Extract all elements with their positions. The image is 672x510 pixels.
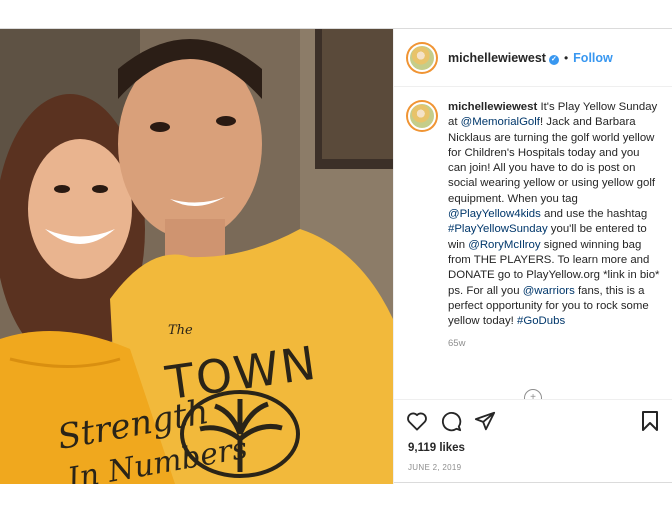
load-more-comments-icon[interactable]: + [524, 389, 542, 399]
bookmark-icon[interactable] [637, 408, 663, 434]
likes-count[interactable]: 9,119 likes [408, 442, 465, 454]
hashtag-link[interactable]: #GoDubs [517, 315, 565, 327]
header-username-text[interactable]: michellewiewest [448, 51, 546, 65]
caption-time[interactable]: 65w [448, 338, 660, 349]
photo-illustration: The TOWN Strength In Numbers [0, 29, 393, 484]
caption-avatar-image [408, 102, 436, 130]
heart-icon[interactable] [404, 408, 430, 434]
separator-dot: • [563, 50, 569, 65]
caption-avatar[interactable] [406, 100, 438, 132]
mention-link[interactable]: @MemorialGolf [461, 116, 540, 128]
action-bar: 9,119 likes JUNE 2, 2019 [394, 399, 672, 484]
shirt-small-text: The [168, 323, 193, 338]
header-username[interactable]: michellewiewest ✓ [448, 51, 559, 65]
hashtag-link[interactable]: #PlayYellowSunday [448, 223, 548, 235]
action-icons [404, 408, 506, 434]
caption-body: michellewiewest It's Play Yellow Sunday … [448, 100, 660, 378]
mention-link[interactable]: @PlayYellow4kids [448, 208, 541, 220]
caption-text: michellewiewest It's Play Yellow Sunday … [448, 100, 660, 329]
caption-username[interactable]: michellewiewest [448, 101, 537, 113]
post-header: michellewiewest ✓ • Follow [394, 29, 672, 87]
post-photo[interactable]: The TOWN Strength In Numbers [0, 29, 393, 484]
avatar[interactable] [406, 41, 438, 74]
comment-icon[interactable] [438, 408, 464, 434]
avatar-image [408, 43, 436, 72]
caption-part: and use the hashtag [540, 208, 648, 221]
post-sidebar: michellewiewest ✓ • Follow michellewiewes… [393, 29, 672, 484]
follow-button[interactable]: Follow [573, 51, 613, 65]
mention-link[interactable]: @RoryMcIlroy [468, 239, 540, 251]
mention-link[interactable]: @warriors [523, 285, 575, 297]
verified-badge-icon: ✓ [548, 54, 559, 65]
caption-section: michellewiewest It's Play Yellow Sunday … [394, 88, 672, 378]
instagram-post: The TOWN Strength In Numbers michellewie… [0, 28, 672, 484]
share-icon[interactable] [472, 408, 498, 434]
caption-part: ! Jack and Barbara Nicklaus are turning … [448, 116, 656, 205]
post-date: JUNE 2, 2019 [408, 463, 462, 472]
